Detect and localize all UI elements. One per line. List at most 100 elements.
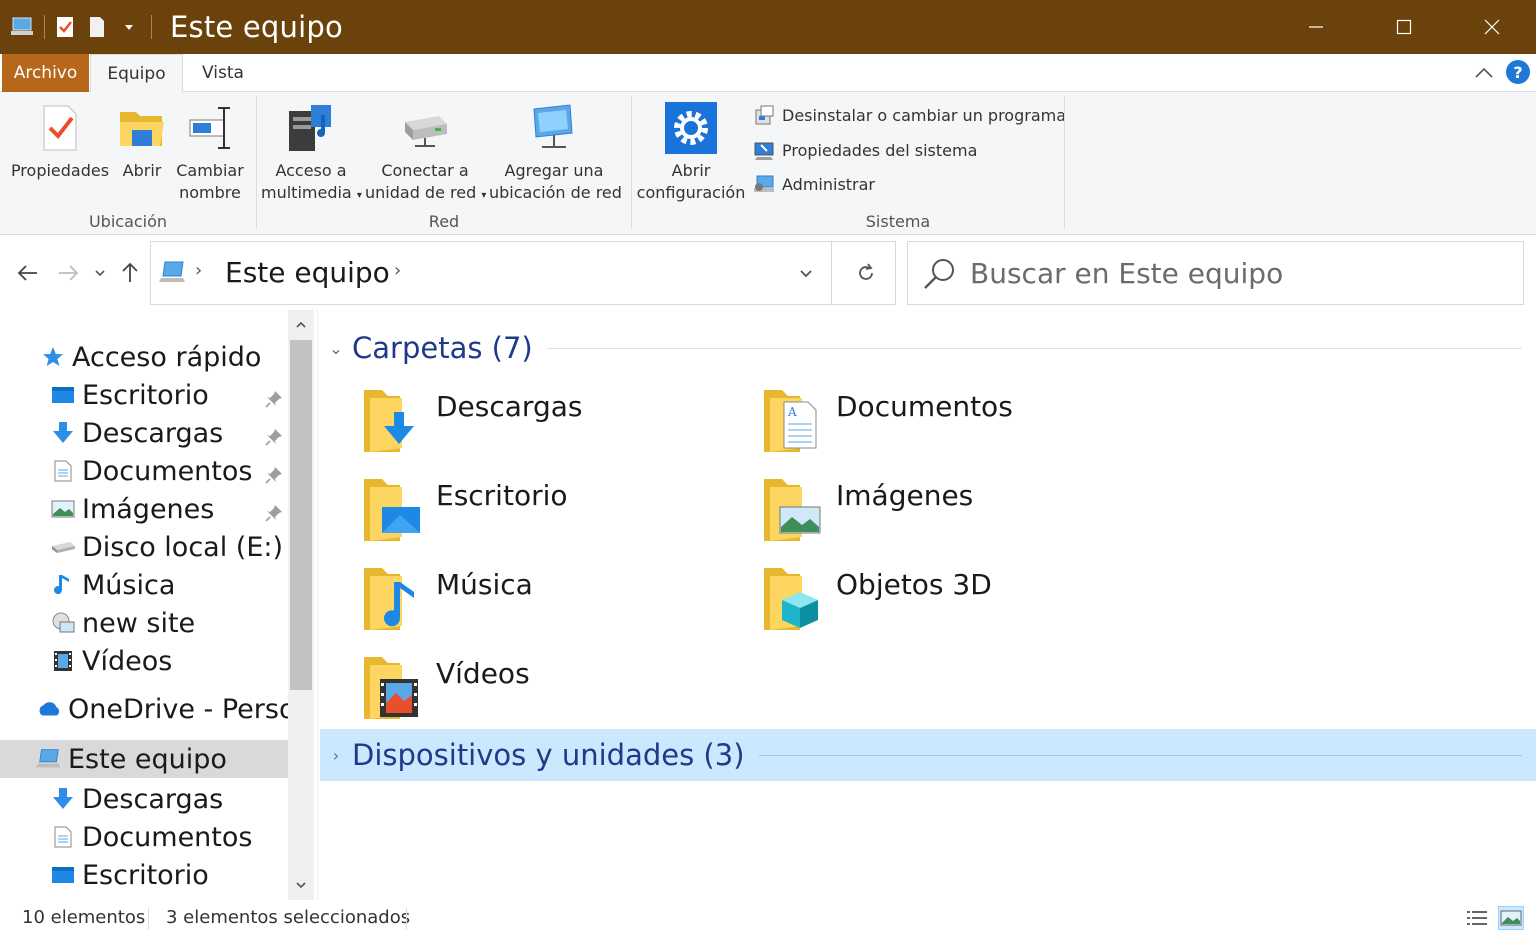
- breadcrumb-separator-icon[interactable]: ›: [195, 260, 202, 281]
- close-button[interactable]: [1448, 0, 1536, 54]
- nav-descargas[interactable]: Descargas: [0, 414, 288, 452]
- ribbon-collapse-button[interactable]: [1472, 62, 1496, 84]
- nav-new-site[interactable]: new site: [0, 604, 288, 642]
- qat-customize-chevron-icon[interactable]: [117, 15, 141, 39]
- scroll-down-button[interactable]: [288, 870, 314, 900]
- search-input[interactable]: [970, 252, 1510, 294]
- nav-scrollbar[interactable]: [288, 310, 314, 900]
- acceso-multimedia-label-dropdown: multimedia ▾: [261, 183, 362, 202]
- folder-escritorio[interactable]: Escritorio: [360, 475, 740, 561]
- up-arrow-icon: [122, 262, 138, 282]
- group-divider-line: [546, 347, 1522, 349]
- network-drive-icon: [399, 98, 451, 158]
- status-separator: [406, 908, 407, 930]
- tab-vista[interactable]: Vista: [183, 54, 263, 92]
- folder-documents-icon: A: [760, 386, 824, 456]
- administrar-button[interactable]: Administrar: [752, 169, 875, 199]
- computer-manage-icon: [752, 172, 776, 196]
- pin-icon[interactable]: [264, 461, 284, 484]
- nav-onedrive[interactable]: OneDrive - Perso: [0, 690, 288, 728]
- address-divider: [831, 242, 832, 304]
- help-button[interactable]: ?: [1506, 60, 1530, 84]
- title-bar: Este equipo: [0, 0, 1536, 54]
- propiedades-sistema-button[interactable]: Propiedades del sistema: [752, 135, 977, 165]
- pin-icon[interactable]: [264, 385, 284, 408]
- folder-pictures-icon: [760, 475, 824, 545]
- group-carpetas[interactable]: ⌄ Carpetas (7): [320, 322, 1536, 374]
- breadcrumb-chevron-icon[interactable]: ›: [394, 260, 401, 281]
- details-view-button[interactable]: [1464, 906, 1490, 930]
- agregar-ubicacion-red-button[interactable]: Agregar una ubicación de red: [489, 98, 622, 204]
- search-box[interactable]: [907, 241, 1524, 305]
- scroll-thumb[interactable]: [290, 340, 312, 690]
- folder-documentos[interactable]: A Documentos: [760, 386, 1140, 472]
- nav-acceso-rapido[interactable]: Acceso rápido: [0, 338, 288, 376]
- navigation-pane: Acceso rápido Escritorio Descargas Docum…: [0, 310, 318, 900]
- search-icon: [922, 256, 958, 292]
- nav-pc-escritorio[interactable]: Escritorio: [0, 856, 288, 894]
- forward-button[interactable]: [53, 258, 83, 288]
- acceso-multimedia-button[interactable]: Acceso a multimedia ▾: [261, 98, 362, 207]
- abrir-button[interactable]: Abrir: [116, 98, 168, 182]
- qat-new-folder-icon[interactable]: [85, 15, 109, 39]
- dropdown-caret-icon: ▾: [356, 190, 362, 201]
- refresh-button[interactable]: [851, 258, 881, 288]
- nav-musica[interactable]: Música: [0, 566, 288, 604]
- recent-locations-button[interactable]: [88, 258, 112, 288]
- qat-properties-icon[interactable]: [53, 15, 77, 39]
- navigation-bar: › Este equipo ›: [0, 236, 1536, 310]
- folder-objetos-3d[interactable]: Objetos 3D: [760, 564, 1140, 650]
- pin-icon[interactable]: [264, 423, 284, 446]
- nav-disco-local-e[interactable]: Disco local (E:): [0, 528, 288, 566]
- abrir-configuracion-button[interactable]: Abrir configuración: [636, 98, 746, 204]
- nav-este-equipo[interactable]: Este equipo: [0, 740, 288, 778]
- folder-videos[interactable]: Vídeos: [360, 653, 740, 739]
- folder-descargas[interactable]: Descargas: [360, 386, 740, 472]
- conectar-unidad-red-button[interactable]: Conectar a unidad de red ▾: [365, 98, 486, 207]
- status-separator: [148, 908, 149, 930]
- tab-equipo[interactable]: Equipo: [90, 54, 183, 93]
- download-arrow-icon: [50, 420, 76, 446]
- close-icon: [1484, 19, 1500, 35]
- group-dispositivos-unidades[interactable]: › Dispositivos y unidades (3): [320, 729, 1536, 781]
- minimize-button[interactable]: [1272, 0, 1360, 54]
- propiedades-button[interactable]: Propiedades: [10, 98, 110, 182]
- scroll-up-button[interactable]: [288, 310, 314, 340]
- minimize-icon: [1309, 26, 1323, 28]
- maximize-button[interactable]: [1360, 0, 1448, 54]
- download-arrow-icon: [50, 786, 76, 812]
- back-arrow-icon: [17, 265, 37, 281]
- refresh-icon: [859, 263, 873, 280]
- desinstalar-programa-button[interactable]: Desinstalar o cambiar un programa: [752, 100, 1066, 130]
- nav-documentos[interactable]: Documentos: [0, 452, 288, 490]
- network-location-icon: [528, 98, 580, 158]
- address-bar[interactable]: › Este equipo ›: [150, 241, 896, 305]
- nav-imagenes[interactable]: Imágenes: [0, 490, 288, 528]
- nav-pc-descargas[interactable]: Descargas: [0, 780, 288, 818]
- chevron-down-icon: [95, 270, 105, 277]
- folder-3d-objects-icon: [760, 564, 824, 634]
- folder-musica[interactable]: Música: [360, 564, 740, 650]
- chevron-down-icon: [800, 270, 812, 278]
- documents-icon: [50, 824, 76, 850]
- chevron-down-icon[interactable]: ⌄: [320, 339, 352, 358]
- desktop-icon: [50, 862, 76, 888]
- group-label-ubicacion: Ubicación: [88, 212, 168, 231]
- address-history-dropdown[interactable]: [791, 258, 821, 288]
- status-bar: 10 elementos 3 elementos seleccionados: [0, 900, 1536, 936]
- back-button[interactable]: [13, 258, 43, 288]
- this-pc-window-icon[interactable]: [10, 15, 34, 39]
- breadcrumb-este-equipo[interactable]: Este equipo: [225, 256, 390, 289]
- chevron-right-icon[interactable]: ›: [320, 746, 352, 765]
- pin-icon[interactable]: [264, 499, 284, 522]
- nav-escritorio[interactable]: Escritorio: [0, 376, 288, 414]
- nav-pc-documentos[interactable]: Documentos: [0, 818, 288, 856]
- cambiar-nombre-button[interactable]: Cambiar nombre: [174, 98, 246, 204]
- large-icons-view-button[interactable]: [1498, 906, 1524, 930]
- folder-imagenes[interactable]: Imágenes: [760, 475, 1140, 561]
- group-divider-line: [758, 754, 1522, 756]
- up-button[interactable]: [115, 258, 145, 288]
- nav-videos[interactable]: Vídeos: [0, 642, 288, 680]
- media-server-icon: [285, 98, 337, 158]
- tab-archivo[interactable]: Archivo: [2, 54, 89, 92]
